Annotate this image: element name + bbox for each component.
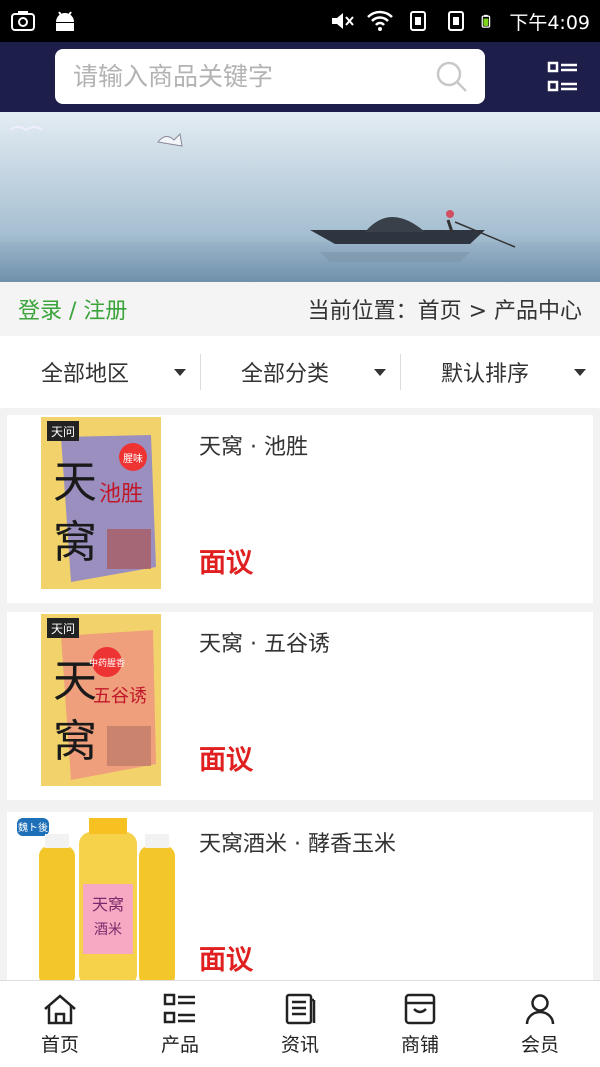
tab-label: 首页 [40,1033,79,1056]
product-list: 天问 天 窝 池胜 腥味 天窝 · 池胜 面议 天问 天 窝 五谷诱 中药腥香 … [0,408,600,980]
tab-label: 产品 [160,1033,199,1056]
product-thumbnail: 天问 天 窝 五谷诱 中药腥香 [41,614,161,786]
package-title-2: 窝 [53,716,97,767]
wifi-icon [367,10,394,31]
package-badge: 腥味 [123,453,143,465]
banner-image[interactable] [0,112,600,282]
sim2-icon [448,11,465,31]
product-price: 面议 [199,745,253,776]
product-price: 面议 [199,548,253,579]
user-icon [525,993,555,1024]
product-card[interactable]: 魏ト後 天窝 酒米 天窝酒米 · 酵香玉米 面议 [7,812,593,980]
filter-label: 默认排序 [440,362,529,387]
package-brand: 天问 [51,622,75,636]
menu-list-icon[interactable] [546,60,580,94]
filter-bar: 全部地区 全部分类 默认排序 [0,336,600,408]
package-badge: 中药腥香 [89,657,125,669]
caret-down-icon [574,369,586,376]
tab-member[interactable]: 会员 [480,981,600,1067]
filter-sort[interactable]: 默认排序 [400,336,600,408]
package-title-2: 窝 [53,517,97,568]
product-name: 天窝酒米 · 酵香玉米 [199,832,396,857]
filter-category[interactable]: 全部分类 [200,336,400,408]
search-icon[interactable] [435,60,469,94]
news-icon [285,993,316,1024]
search-box[interactable] [55,49,485,104]
package-brand: 魏ト後 [18,821,48,834]
caret-down-icon [174,369,186,376]
package-title-1: 天 [53,457,97,508]
filter-label: 全部地区 [40,362,129,387]
grid-list-icon [163,993,195,1023]
tab-home[interactable]: 首页 [0,981,120,1067]
tab-label: 资讯 [280,1033,319,1056]
search-input[interactable] [73,62,413,91]
tab-news[interactable]: 资讯 [240,981,360,1067]
bottom-tab-bar: 首页 产品 资讯 商铺 会员 [0,980,600,1067]
package-subtitle: 酒米 [94,922,122,938]
mute-icon [332,13,355,29]
store-icon [404,993,436,1024]
battery-icon [481,14,491,28]
home-icon [44,993,76,1024]
login-register-link[interactable]: 登录 / 注册 [18,293,127,325]
filter-region[interactable]: 全部地区 [0,336,200,408]
status-time: 下午4:09 [509,11,590,34]
caret-down-icon [374,369,386,376]
product-name: 天窝 · 五谷诱 [199,632,330,657]
header [0,42,600,112]
tab-label: 商铺 [400,1033,439,1056]
product-thumbnail: 天问 天 窝 池胜 腥味 [41,417,161,589]
package-title: 天窝 [92,895,124,914]
product-card[interactable]: 天问 天 窝 池胜 腥味 天窝 · 池胜 面议 [7,415,593,603]
product-name: 天窝 · 池胜 [199,435,308,460]
package-brand: 天问 [51,425,75,439]
package-subtitle: 池胜 [99,482,143,507]
status-bar: 下午4:09 [0,0,600,42]
package-subtitle: 五谷诱 [93,686,147,707]
lake-boat-illustration [0,112,600,282]
sim1-icon [410,11,427,31]
product-thumbnail: 魏ト後 天窝 酒米 [17,814,187,980]
tab-store[interactable]: 商铺 [360,981,480,1067]
breadcrumb-bar: 登录 / 注册 当前位置：首页 > 产品中心 [0,282,600,336]
filter-label: 全部分类 [240,362,329,387]
android-icon [56,11,74,31]
screenshot-icon [11,11,35,31]
tab-label: 会员 [520,1033,559,1056]
product-card[interactable]: 天问 天 窝 五谷诱 中药腥香 天窝 · 五谷诱 面议 [7,612,593,800]
breadcrumb: 当前位置：首页 > 产品中心 [307,299,582,324]
tab-products[interactable]: 产品 [120,981,240,1067]
product-price: 面议 [199,945,253,976]
